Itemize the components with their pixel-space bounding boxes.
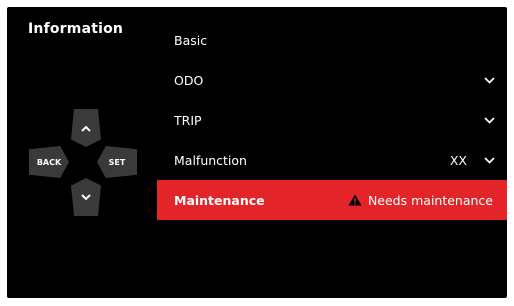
warning-icon: [348, 194, 362, 206]
menu-item-label: Basic: [174, 32, 208, 48]
menu-item-malfunction[interactable]: Malfunction XX: [157, 140, 507, 180]
chevron-up-icon: [81, 125, 91, 132]
menu-item-label: Malfunction: [174, 152, 247, 168]
set-button-label: SET: [108, 157, 126, 167]
malfunction-value: XX: [449, 152, 467, 168]
information-menu: Basic ODO TRIP Malfunction XX Maintenanc…: [157, 20, 507, 220]
menu-item-label: Maintenance: [174, 192, 265, 208]
menu-item-label: TRIP: [174, 112, 202, 128]
chevron-down-icon[interactable]: [483, 114, 495, 126]
menu-item-odo[interactable]: ODO: [157, 60, 507, 100]
chevron-down-icon[interactable]: [483, 74, 495, 86]
maintenance-status-text: Needs maintenance: [367, 192, 493, 208]
back-button[interactable]: BACK: [29, 146, 69, 178]
back-button-label: BACK: [36, 157, 62, 167]
chevron-down-icon[interactable]: [483, 154, 495, 166]
maintenance-status: Needs maintenance: [348, 193, 493, 208]
down-button[interactable]: [71, 178, 101, 216]
menu-item-label: ODO: [174, 72, 204, 88]
page-title: Information: [28, 21, 124, 37]
menu-item-trip[interactable]: TRIP: [157, 100, 507, 140]
menu-item-maintenance[interactable]: Maintenance Needs maintenance: [157, 180, 507, 220]
up-button[interactable]: [71, 109, 101, 147]
display-screen: Information BACK SET Basic ODO TRIP Malf…: [7, 7, 507, 298]
menu-item-basic[interactable]: Basic: [157, 20, 507, 60]
chevron-down-icon: [81, 193, 91, 200]
set-button[interactable]: SET: [97, 146, 137, 178]
